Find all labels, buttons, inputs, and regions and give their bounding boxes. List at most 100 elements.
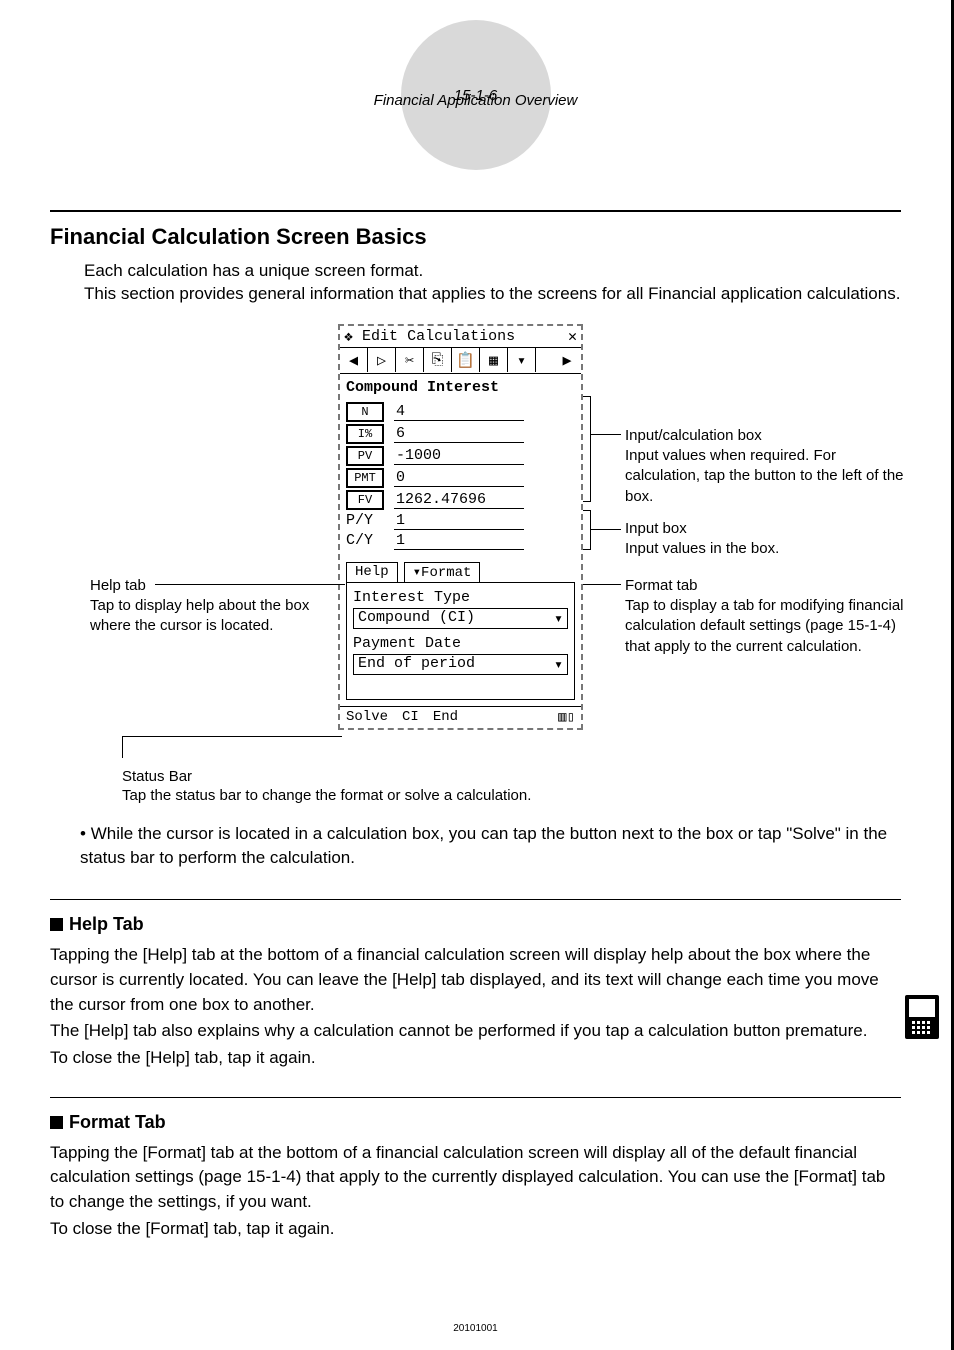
callout-body: Tap to display a tab for modifying finan… (625, 596, 905, 657)
subsection-heading: Format Tab (50, 1112, 901, 1133)
bullet-text: While the cursor is located in a calcula… (80, 824, 887, 867)
fv-value[interactable]: 1262.47696 (394, 491, 524, 509)
leader-line (155, 584, 345, 585)
footer-date: 20101001 (0, 1323, 951, 1334)
tab-help[interactable]: Help (346, 562, 398, 582)
help-tab-section: Help Tab Tapping the [Help] tab at the b… (50, 899, 901, 1070)
bullet-note: • While the cursor is located in a calcu… (80, 822, 901, 870)
bracket-line (583, 510, 591, 550)
leader-line (591, 529, 621, 530)
copy-icon[interactable]: ⎘ (424, 348, 452, 372)
body-text: Tapping the [Format] tab at the bottom o… (50, 1141, 901, 1215)
calc-title: Compound Interest (340, 374, 581, 400)
status-ci[interactable]: CI (402, 709, 419, 725)
page-header: 15-1-6 Financial Application Overview (50, 20, 901, 170)
bracket-line (583, 396, 591, 502)
body-text: Tapping the [Help] tab at the bottom of … (50, 943, 901, 1017)
subsection-heading: Help Tab (50, 914, 901, 935)
body-text: The [Help] tab also explains why a calcu… (50, 1019, 901, 1044)
subsection-title: Help Tab (69, 914, 144, 934)
tab-format[interactable]: ▾Format (404, 562, 481, 582)
pmt-button[interactable]: PMT (346, 468, 384, 488)
page-title: Financial Application Overview (374, 92, 578, 109)
subsection-title: Format Tab (69, 1112, 166, 1132)
callout-body: Input values in the box. (625, 539, 905, 559)
callout-input-box: Input box Input values in the box. (625, 519, 905, 560)
field-row: P/Y 1 (346, 512, 575, 530)
field-row: N4 (346, 402, 575, 422)
intro-text: Each calculation has a unique screen for… (84, 260, 901, 306)
diagram: ❖ Edit Calculations ✕ ◀ ▷ ✂ ⎘ 📋 ▦ ▾ ▶ Co… (50, 324, 901, 774)
callout-body: Input values when required. For calculat… (625, 446, 905, 507)
callout-input-calc: Input/calculation box Input values when … (625, 426, 905, 507)
dropdown-icon[interactable]: ▾ (508, 348, 536, 372)
payment-date-value: End of period (358, 655, 475, 674)
calculator-margin-icon (905, 995, 939, 1039)
leader-line (583, 584, 621, 585)
py-value[interactable]: 1 (394, 512, 524, 530)
pv-button[interactable]: PV (346, 446, 384, 466)
field-row: I% 6 (346, 424, 575, 444)
menu-edit[interactable]: Edit (362, 328, 398, 345)
n-value[interactable]: 4 (394, 403, 524, 421)
field-row: C/Y 1 (346, 532, 575, 550)
format-panel: Interest Type Compound (CI) ▾ Payment Dat… (346, 582, 575, 700)
interest-type-value: Compound (CI) (358, 609, 475, 628)
body-text: To close the [Format] tab, tap it again. (50, 1217, 901, 1242)
fv-button[interactable]: FV (346, 490, 384, 510)
tab-row: Help ▾Format (340, 562, 581, 582)
ipct-value[interactable]: 6 (394, 425, 524, 443)
chevron-down-icon: ▾ (554, 609, 563, 628)
menubar: ❖ Edit Calculations ✕ (340, 326, 581, 348)
calc-screen: ❖ Edit Calculations ✕ ◀ ▷ ✂ ⎘ 📋 ▦ ▾ ▶ Co… (338, 324, 583, 730)
payment-date-select[interactable]: End of period ▾ (353, 654, 568, 675)
callout-format-tab: Format tab Tap to display a tab for modi… (625, 576, 905, 657)
paste-icon[interactable]: 📋 (452, 348, 480, 372)
battery-icon: ▥▯ (558, 709, 575, 726)
status-end[interactable]: End (433, 709, 458, 725)
chevron-down-icon: ▾ (554, 655, 563, 674)
more-icon[interactable]: ▶ (553, 348, 581, 372)
callout-heading: Help tab (90, 576, 320, 596)
callout-heading: Input box (625, 519, 905, 539)
square-bullet-icon (50, 918, 63, 931)
field-row: PMT 0 (346, 468, 575, 488)
body-text: To close the [Help] tab, tap it again. (50, 1046, 901, 1071)
cy-value[interactable]: 1 (394, 532, 524, 550)
cut-icon[interactable]: ✂ (396, 348, 424, 372)
callout-body: Tap to display help about the box where … (90, 596, 320, 637)
nav-left-icon[interactable]: ◀ (340, 348, 368, 372)
n-button[interactable]: N (346, 402, 384, 422)
pv-value[interactable]: -1000 (394, 447, 524, 465)
leader-line (591, 434, 621, 435)
status-solve[interactable]: Solve (346, 709, 388, 725)
ipct-button[interactable]: I% (346, 424, 384, 444)
format-tab-section: Format Tab Tapping the [Format] tab at t… (50, 1097, 901, 1242)
status-bar[interactable]: Solve CI End ▥▯ (340, 706, 581, 728)
callout-heading: Input/calculation box (625, 426, 905, 446)
page-number-circle: 15-1-6 Financial Application Overview (401, 20, 551, 170)
field-row: FV 1262.47696 (346, 490, 575, 510)
square-bullet-icon (50, 1116, 63, 1129)
toolbar: ◀ ▷ ✂ ⎘ 📋 ▦ ▾ ▶ (340, 348, 581, 374)
leader-line (122, 736, 342, 737)
callout-heading: Format tab (625, 576, 905, 596)
grid-icon[interactable]: ▦ (480, 348, 508, 372)
section-heading: Financial Calculation Screen Basics (50, 210, 901, 250)
cy-label: C/Y (346, 532, 384, 549)
field-list: N4 I% 6 PV -1000 PMT 0 FV 1262.47696 P/Y 1 C/… (340, 402, 581, 558)
page: 15-1-6 Financial Application Overview Fi… (0, 0, 954, 1350)
sprout-icon: ❖ (344, 327, 353, 346)
field-row: PV -1000 (346, 446, 575, 466)
payment-date-label: Payment Date (353, 635, 568, 652)
menu-calculations[interactable]: Calculations (407, 328, 515, 345)
callout-body: Tap the status bar to change the format … (122, 787, 901, 804)
leader-line (122, 736, 123, 758)
interest-type-select[interactable]: Compound (CI) ▾ (353, 608, 568, 629)
py-label: P/Y (346, 512, 384, 529)
interest-type-label: Interest Type (353, 589, 568, 606)
callout-help-tab: Help tab Tap to display help about the b… (90, 576, 320, 637)
pmt-value[interactable]: 0 (394, 469, 524, 487)
close-icon[interactable]: ✕ (568, 327, 577, 346)
nav-right-icon[interactable]: ▷ (368, 348, 396, 372)
